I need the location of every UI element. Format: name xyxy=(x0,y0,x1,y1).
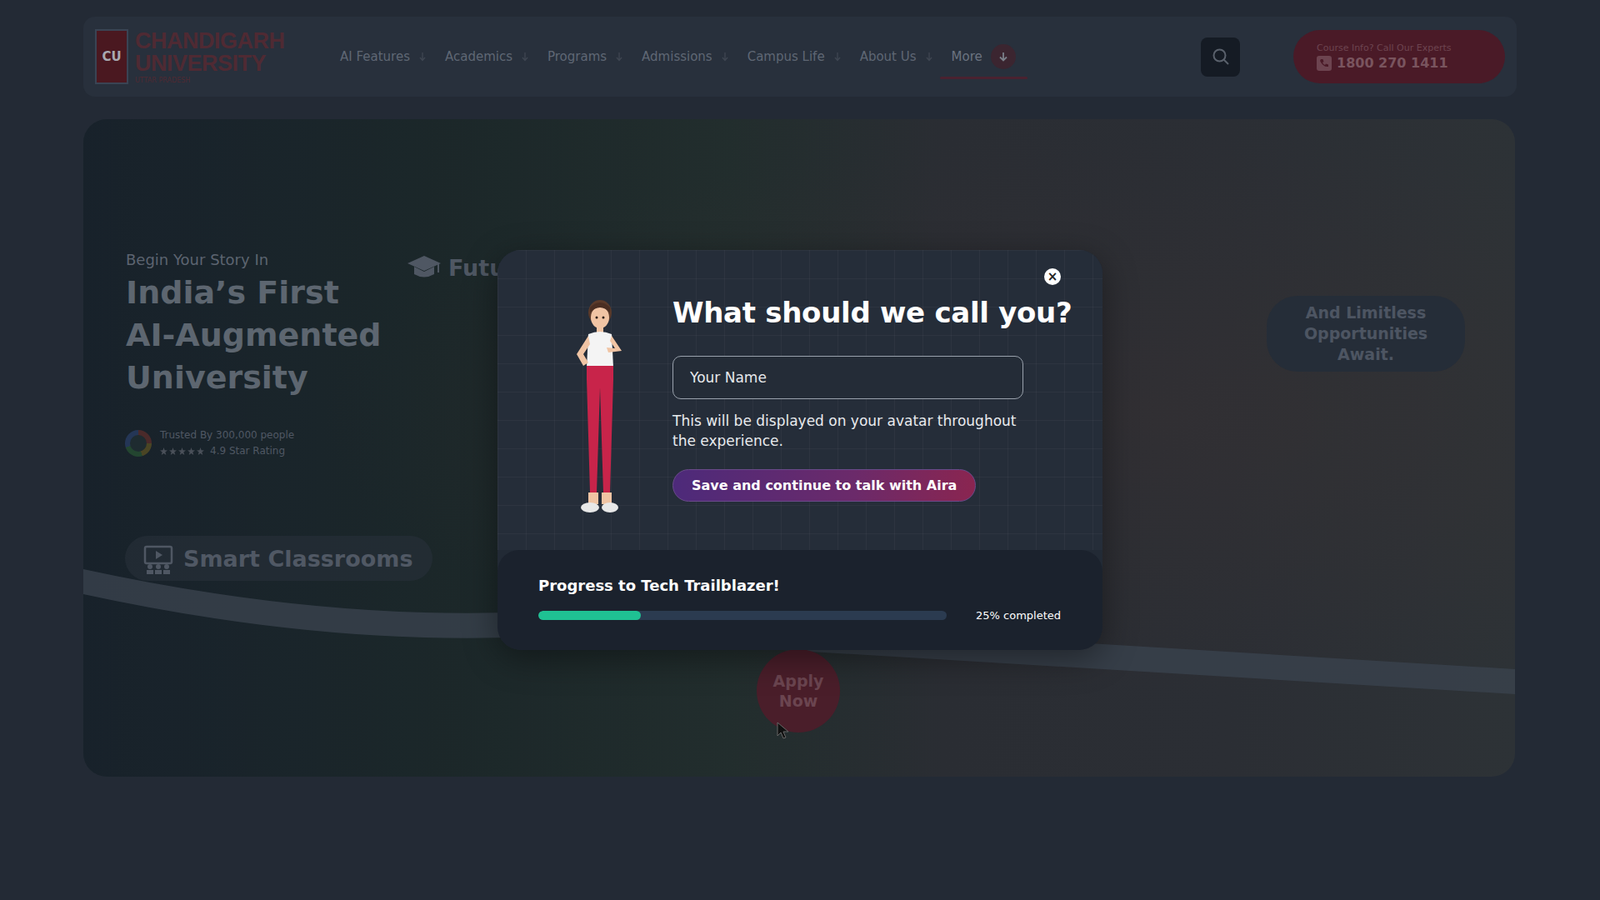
university-logo[interactable]: CU CHANDIGARHUNIVERSITY UTTAR PRADESH xyxy=(95,29,287,85)
search-button[interactable] xyxy=(1200,37,1240,77)
star-icon xyxy=(196,447,205,455)
star-icon xyxy=(160,447,168,455)
call-caption: Course Info? Call Our Experts xyxy=(1316,42,1505,54)
nav-label: Admissions xyxy=(641,49,713,65)
nav-label: Programs xyxy=(547,49,607,65)
star-icon xyxy=(178,447,186,455)
logo-text: CHANDIGARHUNIVERSITY UTTAR PRADESH xyxy=(135,30,285,85)
arrow-down-icon xyxy=(997,50,1010,63)
arrow-down-icon xyxy=(615,50,624,63)
nav-item[interactable]: Academics xyxy=(441,40,533,73)
progress-reading: 25% completed xyxy=(975,609,1061,622)
hero-title-line: University xyxy=(125,356,382,400)
nav-label: About Us xyxy=(860,49,917,65)
helper-text: This will be displayed on your avatar th… xyxy=(672,410,1031,451)
tagline-pill: And Limitless Opportunities Await. xyxy=(1266,295,1465,372)
nav-label: Campus Life xyxy=(747,49,825,65)
main-nav: AI Features Academics Programs Admissions Ca… xyxy=(336,35,1201,78)
avatar-figure-icon xyxy=(558,295,642,515)
hero-title-line: India’s First xyxy=(125,271,382,315)
nav-item[interactable]: About Us xyxy=(856,40,937,73)
phone-icon xyxy=(1316,55,1332,71)
nav-item[interactable]: AI Features xyxy=(336,40,430,73)
progress-track xyxy=(538,610,947,620)
hero-eyebrow: Begin Your Story In xyxy=(125,250,269,269)
progress-fill xyxy=(538,610,641,620)
tagline-text: And Limitless Opportunities Await. xyxy=(1280,302,1452,365)
call-number-row: 1800 270 1411 xyxy=(1316,55,1505,71)
call-number: 1800 270 1411 xyxy=(1336,55,1449,71)
feature-chip: Smart Classrooms xyxy=(125,535,433,581)
dialog-body: What should we call you? This will be dis… xyxy=(497,250,1103,550)
star-icon xyxy=(169,447,177,455)
rating-trusted: Trusted By 300,000 people xyxy=(160,429,295,441)
rating-row: 4.9 Star Rating xyxy=(160,445,295,457)
feature-label: Smart Classrooms xyxy=(183,545,413,572)
save-button[interactable]: Save and continue to talk with Aira xyxy=(672,469,976,502)
google-icon xyxy=(125,430,152,457)
google-rating: Trusted By 300,000 people 4.9 Star Rating xyxy=(125,429,295,457)
close-button[interactable]: × xyxy=(1044,268,1061,285)
progress-panel: Progress to Tech Trailblazer! 25% complet… xyxy=(497,550,1103,650)
rating-text: Trusted By 300,000 people 4.9 Star Rating xyxy=(160,429,295,457)
star-rating xyxy=(160,447,205,455)
arrow-down-icon xyxy=(520,50,530,63)
arrow-down-icon xyxy=(720,50,730,63)
arrow-down-icon xyxy=(925,50,934,63)
mouse-cursor-icon xyxy=(776,721,790,740)
name-dialog: What should we call you? This will be dis… xyxy=(497,250,1103,650)
progress-title: Progress to Tech Trailblazer! xyxy=(538,576,1062,595)
graduation-cap-icon xyxy=(406,252,442,283)
hero-title-line: AI-Augmented xyxy=(125,314,382,357)
nav-label: AI Features xyxy=(340,49,410,65)
feature-chip: Futu xyxy=(406,252,505,283)
star-icon xyxy=(187,447,195,455)
logo-line: UNIVERSITY xyxy=(135,52,285,75)
name-input[interactable] xyxy=(672,355,1024,400)
apply-now-button[interactable]: Apply Now xyxy=(756,649,840,733)
nav-item[interactable]: Programs xyxy=(544,40,627,73)
nav-label: Academics xyxy=(445,49,513,65)
nav-item[interactable]: Admissions xyxy=(638,40,733,73)
dialog-title: What should we call you? xyxy=(672,295,1040,330)
logo-line: CHANDIGARH xyxy=(135,30,285,53)
nav-item[interactable]: Campus Life xyxy=(744,40,845,73)
name-form: What should we call you? This will be dis… xyxy=(672,295,1040,550)
site-header: CU CHANDIGARHUNIVERSITY UTTAR PRADESH AI Fe… xyxy=(83,16,1517,97)
arrow-down-icon xyxy=(418,50,427,63)
search-icon xyxy=(1211,47,1230,66)
nav-label: More xyxy=(951,49,983,65)
arrow-down-icon xyxy=(833,50,842,63)
logo-mark: CU xyxy=(95,29,129,85)
progress-row: 25% completed xyxy=(538,609,1062,622)
apply-label: Apply Now xyxy=(765,670,832,711)
more-toggle xyxy=(990,44,1016,70)
logo-subtitle: UTTAR PRADESH xyxy=(135,77,285,85)
nav-item[interactable]: More xyxy=(948,35,1020,78)
call-experts-button[interactable]: Course Info? Call Our Experts1800 270 14… xyxy=(1293,30,1505,84)
rating-score: 4.9 Star Rating xyxy=(210,445,285,457)
classroom-icon xyxy=(141,541,175,575)
hero-title: India’s FirstAI-AugmentedUniversity xyxy=(125,271,382,400)
